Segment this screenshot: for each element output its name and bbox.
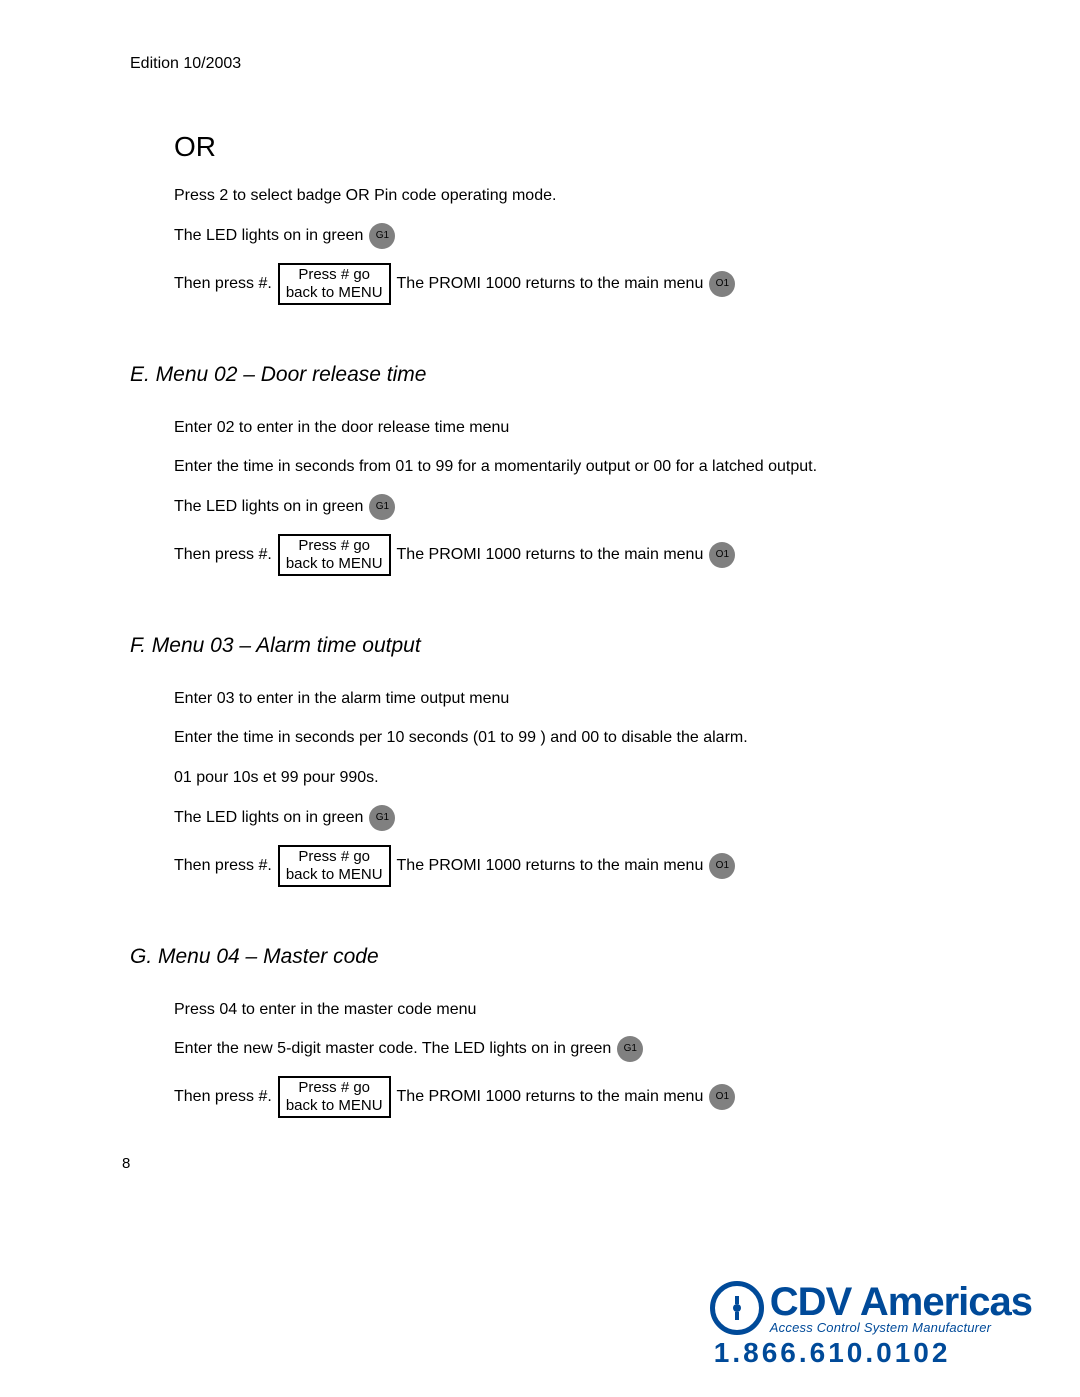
f-pour-text: 01 pour 10s et 99 pour 990s. [174,765,379,791]
g-return-text: The PROMI 1000 returns to the main menu [397,1084,704,1110]
document-page: Edition 10/2003 OR Press 2 to select bad… [0,0,1080,1118]
menu-box-line1: Press # go [298,537,370,555]
e-thenpress-text: Then press #. [174,542,272,568]
g1-badge-icon: G1 [369,223,395,249]
or-led-line: The LED lights on in green G1 [174,223,980,249]
or-led-text: The LED lights on in green [174,223,363,249]
footer-logo: CDV Americas Access Control System Manuf… [710,1281,1032,1369]
logo-row: CDV Americas Access Control System Manuf… [710,1281,1032,1335]
or-heading: OR [174,131,980,163]
menu-box: Press # go back to MENU [278,534,391,576]
g1-badge-icon: G1 [369,494,395,520]
g1-badge-icon: G1 [369,805,395,831]
e-led-text: The LED lights on in green [174,494,363,520]
o1-badge-icon: O1 [709,542,735,568]
or-thenpress-text: Then press #. [174,271,272,297]
or-thenpress-line: Then press #. Press # go back to MENU Th… [174,263,980,305]
menu-box-line1: Press # go [298,266,370,284]
e-return-text: The PROMI 1000 returns to the main menu [397,542,704,568]
g1-badge-icon: G1 [617,1036,643,1062]
e-enter-time-text: Enter the time in seconds from 01 to 99 … [174,454,817,480]
edition-text: Edition 10/2003 [130,55,980,73]
menu-box-line1: Press # go [298,1079,370,1097]
or-section-body: Press 2 to select badge OR Pin code oper… [174,183,980,305]
e-enter-text: Enter 02 to enter in the door release ti… [174,415,509,441]
menu-box: Press # go back to MENU [278,263,391,305]
menu-box-line2: back to MENU [286,1097,383,1115]
logo-phone: 1.866.610.0102 [714,1337,951,1369]
logo-svg-icon [723,1294,751,1322]
section-e-title: E. Menu 02 – Door release time [130,363,980,387]
page-number: 8 [122,1155,130,1172]
or-return-text: The PROMI 1000 returns to the main menu [397,271,704,297]
logo-subtitle: Access Control System Manufacturer [770,1320,1032,1335]
f-return-text: The PROMI 1000 returns to the main menu [397,853,704,879]
g-enter-new-text: Enter the new 5-digit master code. The L… [174,1036,611,1062]
section-f-title: F. Menu 03 – Alarm time output [130,634,980,658]
menu-box-line2: back to MENU [286,284,383,302]
cdv-logo-icon [710,1281,764,1335]
section-e-body: Enter 02 to enter in the door release ti… [174,415,980,576]
section-g-title: G. Menu 04 – Master code [130,945,980,969]
f-led-text: The LED lights on in green [174,805,363,831]
menu-box: Press # go back to MENU [278,845,391,887]
menu-box: Press # go back to MENU [278,1076,391,1118]
logo-text-block: CDV Americas Access Control System Manuf… [770,1282,1032,1335]
menu-box-line2: back to MENU [286,866,383,884]
or-press2-line: Press 2 to select badge OR Pin code oper… [174,183,980,209]
g-thenpress-text: Then press #. [174,1084,272,1110]
g-press-text: Press 04 to enter in the master code men… [174,997,476,1023]
f-enter-text: Enter 03 to enter in the alarm time outp… [174,686,509,712]
logo-name: CDV Americas [770,1282,1032,1322]
f-thenpress-text: Then press #. [174,853,272,879]
o1-badge-icon: O1 [709,853,735,879]
o1-badge-icon: O1 [709,1084,735,1110]
o1-badge-icon: O1 [709,271,735,297]
f-enter-time-text: Enter the time in seconds per 10 seconds… [174,725,748,751]
or-press2-text: Press 2 to select badge OR Pin code oper… [174,183,556,209]
menu-box-line1: Press # go [298,848,370,866]
section-f-body: Enter 03 to enter in the alarm time outp… [174,686,980,887]
menu-box-line2: back to MENU [286,555,383,573]
section-g-body: Press 04 to enter in the master code men… [174,997,980,1119]
